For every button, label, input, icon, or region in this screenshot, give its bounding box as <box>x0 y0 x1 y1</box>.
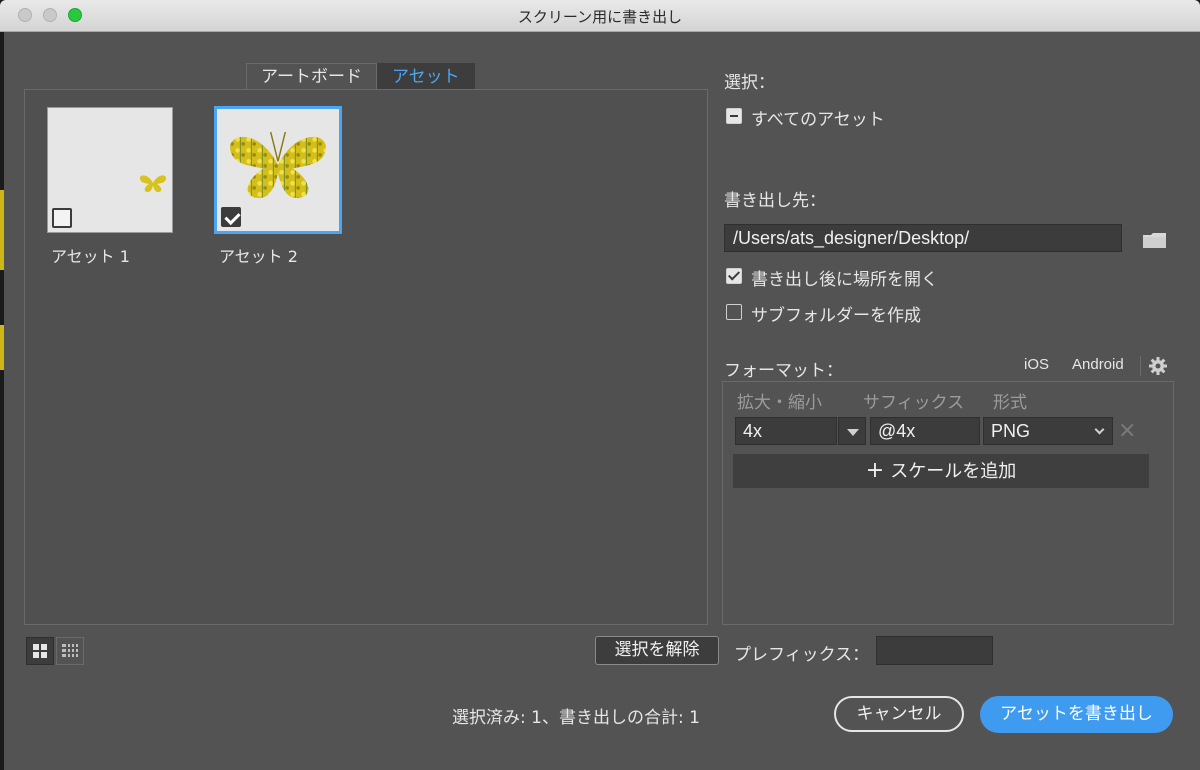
title-bar[interactable]: スクリーン用に書き出し <box>0 0 1200 32</box>
destination-label: 書き出し先： <box>724 191 826 211</box>
grid-view-icon <box>33 644 47 658</box>
asset-2-checkbox[interactable] <box>221 207 241 227</box>
android-preset-button[interactable]: Android <box>1072 356 1124 373</box>
asset-thumbnail[interactable] <box>47 107 173 233</box>
destination-path-input[interactable]: /Users/ats_designer/Desktop/ <box>724 224 1122 252</box>
all-assets-checkbox[interactable] <box>726 108 742 124</box>
add-scale-label: スケールを追加 <box>890 461 1017 482</box>
add-scale-button[interactable]: + スケールを追加 <box>733 454 1149 488</box>
butterfly-thumbnail-icon <box>139 175 167 192</box>
preset-divider <box>1140 356 1141 376</box>
open-after-export-checkbox[interactable] <box>726 268 742 284</box>
prefix-label: プレフィックス： <box>734 645 870 665</box>
butterfly-thumbnail-icon <box>230 131 326 198</box>
grid-view-button[interactable] <box>26 637 54 665</box>
format-label: フォーマット： <box>724 361 843 381</box>
tab-assets[interactable]: アセット <box>376 63 475 90</box>
create-subfolder-checkbox[interactable] <box>726 304 742 320</box>
format-type-select[interactable]: PNG <box>983 417 1113 445</box>
list-view-icon <box>62 644 78 657</box>
asset-1-checkbox[interactable] <box>52 208 72 228</box>
background-edge <box>0 32 4 770</box>
export-status-text: 選択済み: 1、書き出しの合計: 1 <box>452 708 700 728</box>
view-tabs: アートボード アセット <box>246 63 475 90</box>
ios-preset-button[interactable]: iOS <box>1024 356 1049 373</box>
suffix-column-header: サフィックス <box>863 393 965 413</box>
asset-item[interactable]: アセット 2 <box>215 107 343 267</box>
asset-label: アセット 2 <box>219 247 298 266</box>
remove-scale-icon[interactable]: × <box>1118 420 1136 442</box>
asset-item[interactable]: アセット 1 <box>47 107 175 267</box>
deselect-button[interactable]: 選択を解除 <box>595 636 719 665</box>
create-subfolder-label[interactable]: サブフォルダーを作成 <box>751 301 921 326</box>
plus-icon: + <box>865 458 885 483</box>
all-assets-label[interactable]: すべてのアセット <box>751 105 885 130</box>
folder-icon[interactable] <box>1142 232 1167 249</box>
export-for-screens-dialog: スクリーン用に書き出し アートボード アセット アセット 1 アセット 2 選択… <box>0 0 1200 770</box>
format-type-value: PNG <box>991 421 1031 441</box>
background-artwork-fragment <box>0 190 4 270</box>
scale-column-header: 拡大・縮小 <box>737 393 822 413</box>
prefix-input[interactable] <box>876 636 993 665</box>
type-column-header: 形式 <box>993 393 1027 413</box>
open-after-export-label[interactable]: 書き出し後に場所を開く <box>751 265 938 290</box>
chevron-down-icon <box>1094 424 1105 435</box>
asset-thumbnail[interactable] <box>215 107 341 233</box>
window-title: スクリーン用に書き出し <box>517 8 683 26</box>
asset-grid-panel: アセット 1 アセット 2 <box>24 89 708 625</box>
scale-input[interactable]: 4x <box>735 417 837 445</box>
selection-label: 選択： <box>724 73 775 93</box>
background-artwork-fragment <box>0 325 4 370</box>
cancel-button[interactable]: キャンセル <box>834 696 964 732</box>
tab-artboards[interactable]: アートボード <box>246 63 377 90</box>
scale-dropdown-button[interactable] <box>838 417 866 445</box>
suffix-input[interactable]: @4x <box>870 417 980 445</box>
list-view-button[interactable] <box>56 637 84 665</box>
asset-label: アセット 1 <box>51 247 130 266</box>
export-assets-button[interactable]: アセットを書き出し <box>980 696 1173 733</box>
gear-icon[interactable] <box>1148 356 1168 376</box>
